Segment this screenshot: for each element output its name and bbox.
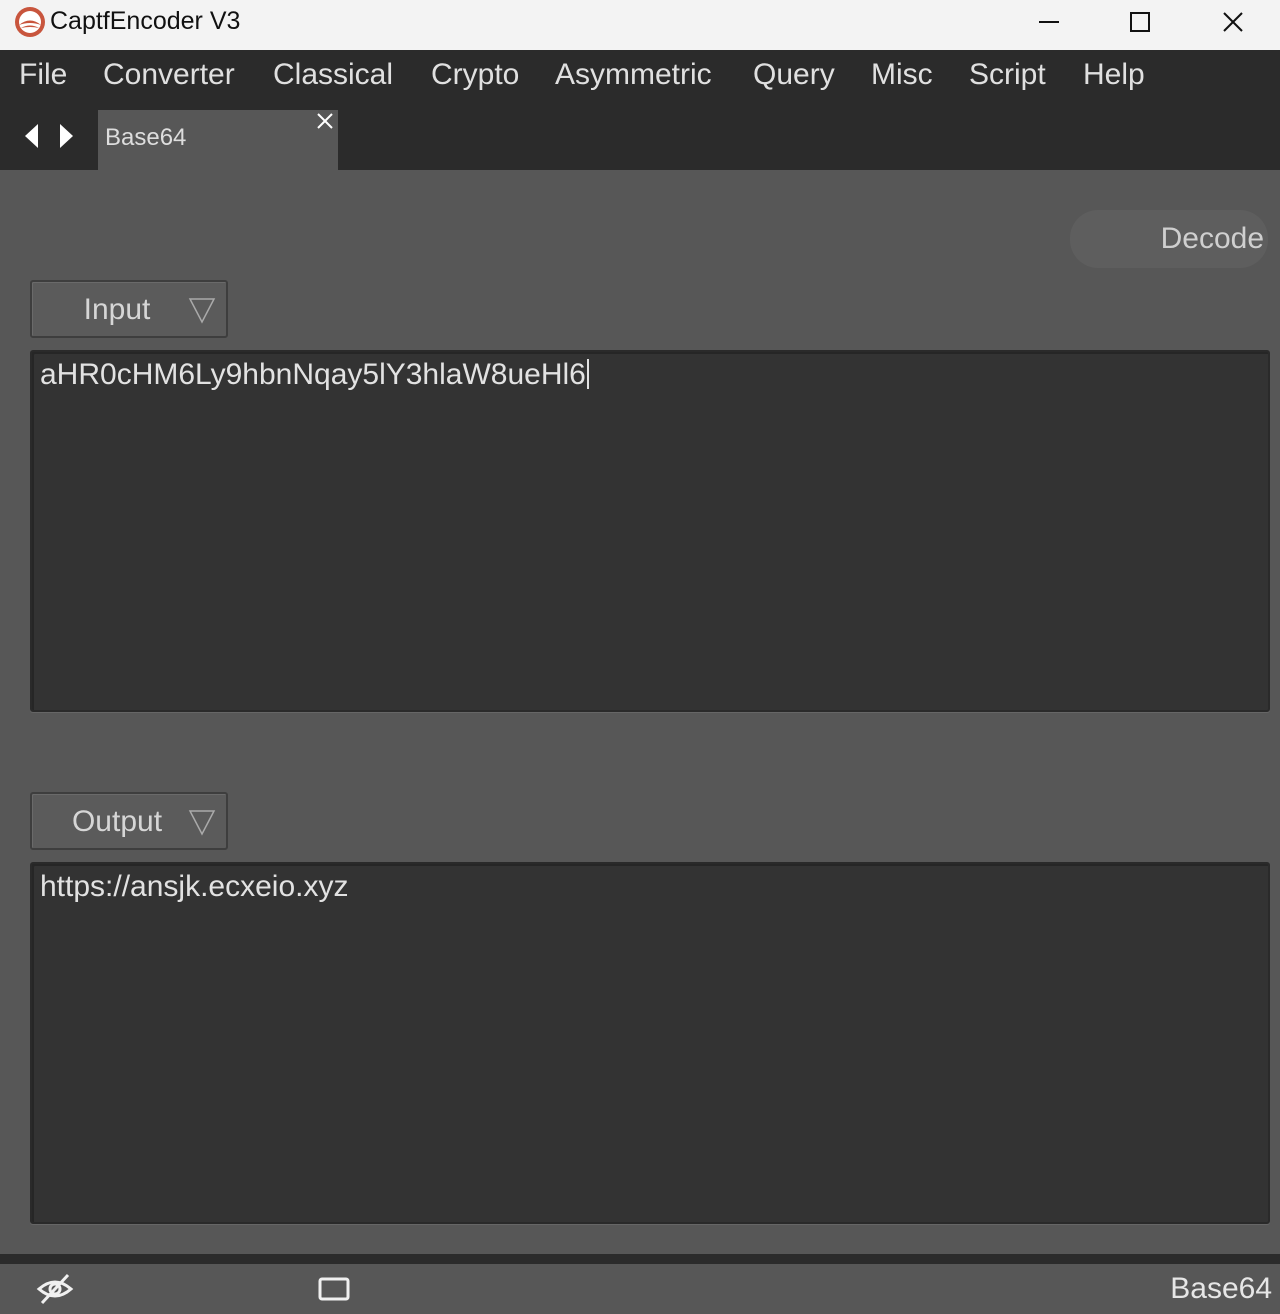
close-button[interactable] <box>1186 0 1280 44</box>
window-icon[interactable] <box>318 1276 350 1302</box>
menu-script[interactable]: Script <box>969 58 1046 92</box>
tab-label: Base64 <box>105 124 187 151</box>
status-bar: Base64 <box>0 1254 1280 1314</box>
menu-help[interactable]: Help <box>1083 58 1145 92</box>
output-format-select[interactable]: Output <box>30 792 228 850</box>
menu-bar: File Converter Classical Crypto Asymmetr… <box>0 50 1280 100</box>
status-current-tool: Base64 <box>1170 1272 1272 1305</box>
dropdown-triangle-icon <box>188 298 216 324</box>
maximize-button[interactable] <box>1093 0 1187 44</box>
decode-button[interactable]: Decode <box>1070 210 1268 268</box>
menu-crypto[interactable]: Crypto <box>431 58 519 92</box>
output-format-label: Output <box>71 805 163 838</box>
input-format-select[interactable]: Input <box>30 280 228 338</box>
menu-classical[interactable]: Classical <box>273 58 393 92</box>
minimize-button[interactable] <box>1002 0 1096 44</box>
input-textarea[interactable]: aHR0cHM6Ly9hbnNqay5lY3hlaW8ueHl6 <box>30 350 1270 712</box>
tab-base64[interactable]: Base64 <box>98 110 338 170</box>
app-logo-icon <box>15 7 45 37</box>
input-text: aHR0cHM6Ly9hbnNqay5lY3hlaW8ueHl6 <box>40 358 586 391</box>
menu-query[interactable]: Query <box>753 58 835 92</box>
window-title: CaptfEncoder V3 <box>50 7 241 35</box>
menu-asymmetric[interactable]: Asymmetric <box>555 58 712 92</box>
tab-close-icon[interactable] <box>314 110 336 132</box>
tab-scroll-right-icon[interactable] <box>56 122 76 150</box>
decode-button-label: Decode <box>1160 222 1264 255</box>
menu-misc[interactable]: Misc <box>871 58 933 92</box>
dropdown-triangle-icon <box>188 810 216 836</box>
menu-file[interactable]: File <box>19 58 67 92</box>
eye-off-icon[interactable] <box>36 1272 74 1306</box>
tab-scroll-left-icon[interactable] <box>22 122 42 150</box>
maximize-icon <box>1130 12 1150 32</box>
output-textarea[interactable]: https://ansjk.ecxeio.xyz <box>30 862 1270 1224</box>
tab-bar: Base64 <box>0 100 1280 170</box>
output-text: https://ansjk.ecxeio.xyz <box>40 870 349 903</box>
status-bar-inner: Base64 <box>0 1264 1280 1314</box>
menu-converter[interactable]: Converter <box>103 58 235 92</box>
close-icon <box>1223 12 1243 32</box>
title-bar: CaptfEncoder V3 <box>0 0 1280 50</box>
input-format-label: Input <box>83 293 151 326</box>
text-caret <box>586 359 589 389</box>
minimize-icon <box>1039 21 1059 23</box>
main-panel: Decode Input aHR0cHM6Ly9hbnNqay5lY3hlaW8… <box>0 170 1280 1254</box>
